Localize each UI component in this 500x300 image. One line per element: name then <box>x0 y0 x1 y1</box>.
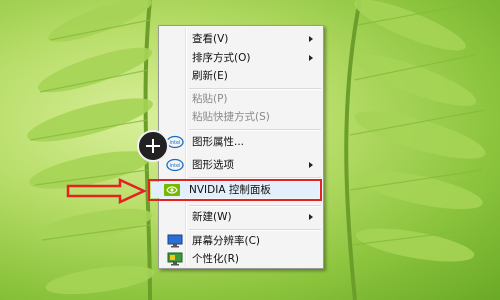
intel-icon: intel <box>166 158 184 172</box>
cursor-plus-icon <box>137 130 169 162</box>
context-menu: 查看(V) 排序方式(O) 刷新(E) 粘贴(P) 粘贴快捷方式(S) inte… <box>158 25 324 269</box>
menu-item-label: 图形选项 <box>192 159 234 171</box>
menu-item-label: 排序方式(O) <box>192 52 251 64</box>
menu-item-refresh[interactable]: 刷新(E) <box>161 66 321 86</box>
highlight-box <box>148 179 322 201</box>
menu-item-paste[interactable]: 粘贴(P) <box>161 89 321 109</box>
menu-item-label: 刷新(E) <box>192 70 228 82</box>
menu-item-new[interactable]: 新建(W) <box>161 207 321 227</box>
menu-item-personalize[interactable]: 个性化(R) <box>161 249 321 269</box>
submenu-arrow-icon <box>309 55 313 61</box>
menu-item-label: 粘贴(P) <box>192 93 228 105</box>
personalize-icon <box>167 252 183 266</box>
svg-text:intel: intel <box>170 163 181 169</box>
menu-item-label: 个性化(R) <box>192 253 239 265</box>
menu-item-screen-resolution[interactable]: 屏幕分辨率(C) <box>161 231 321 251</box>
svg-text:intel: intel <box>170 140 181 146</box>
submenu-arrow-icon <box>309 214 313 220</box>
red-arrow-pointer-icon <box>66 178 148 204</box>
menu-separator <box>189 129 321 131</box>
menu-item-paste-shortcut[interactable]: 粘贴快捷方式(S) <box>161 107 321 127</box>
monitor-icon <box>167 234 183 248</box>
menu-item-label: 粘贴快捷方式(S) <box>192 111 270 123</box>
menu-item-graphics-properties[interactable]: intel 图形属性... <box>161 132 321 152</box>
menu-item-label: 屏幕分辨率(C) <box>192 235 261 247</box>
submenu-arrow-icon <box>309 162 313 168</box>
menu-item-label: 新建(W) <box>192 211 232 223</box>
menu-item-label: 图形属性... <box>192 136 245 148</box>
menu-item-label: 查看(V) <box>192 33 229 45</box>
menu-item-sort-by[interactable]: 排序方式(O) <box>161 48 321 68</box>
submenu-arrow-icon <box>309 36 313 42</box>
menu-item-graphics-options[interactable]: intel 图形选项 <box>161 155 321 175</box>
menu-item-view[interactable]: 查看(V) <box>161 29 321 49</box>
